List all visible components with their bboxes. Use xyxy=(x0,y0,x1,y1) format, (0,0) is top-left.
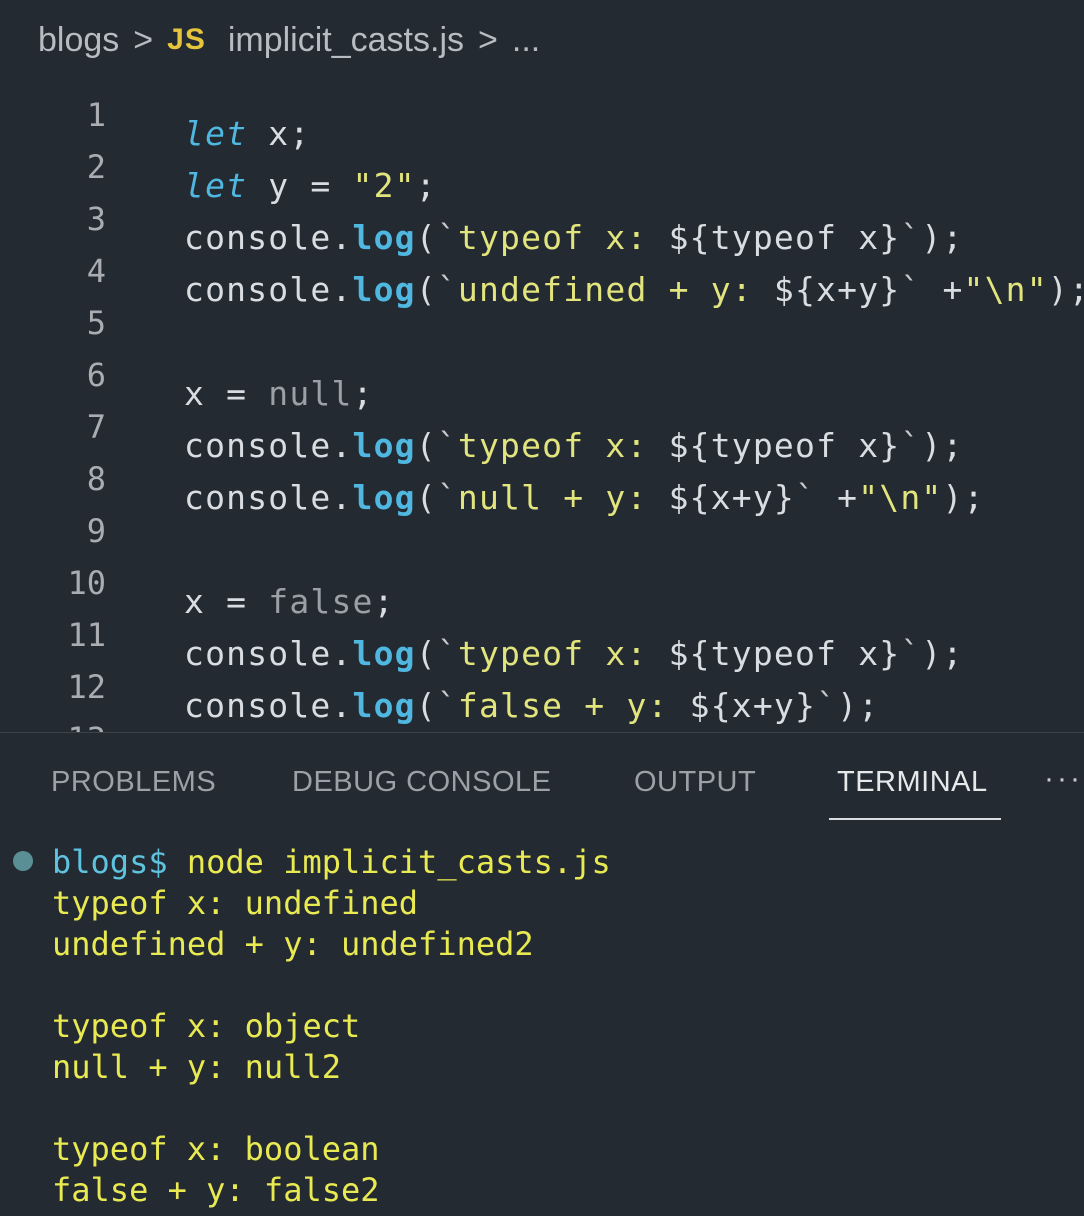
code-line[interactable]: 3 console.log(`typeof x: ${typeof x}`); xyxy=(0,174,1084,257)
panel-divider[interactable] xyxy=(0,732,1084,733)
code-line[interactable]: 2 let y = "2"; xyxy=(0,122,1084,205)
code-line[interactable]: 4 console.log(`undefined + y: ${x+y}` +"… xyxy=(0,226,1084,309)
tab-output[interactable]: OUTPUT xyxy=(634,766,756,799)
code-line[interactable]: 5 xyxy=(0,278,1084,342)
code-line[interactable]: 8 console.log(`null + y: ${x+y}` +"\n"); xyxy=(0,434,1084,517)
code-editor[interactable]: 1 let x; 2 let y = "2"; 3 console.log(`t… xyxy=(0,70,1084,733)
panel-tabs: PROBLEMS DEBUG CONSOLE OUTPUT TERMINAL ·… xyxy=(0,748,1084,824)
terminal-output-line: typeof x: undefined xyxy=(52,884,419,922)
javascript-file-icon: JS xyxy=(167,23,206,56)
tab-problems[interactable]: PROBLEMS xyxy=(51,766,216,799)
active-tab-indicator xyxy=(829,818,1001,820)
breadcrumb-symbols[interactable]: ... xyxy=(512,21,540,60)
terminal-output-line: false + y: false2 xyxy=(52,1171,380,1209)
line-number: 13 xyxy=(0,713,106,733)
breadcrumb-file[interactable]: implicit_casts.js xyxy=(228,21,464,60)
terminal-output-line: typeof x: object xyxy=(52,1007,361,1045)
terminal-command-line: blogs$ node implicit_casts.js xyxy=(52,842,611,883)
tab-terminal[interactable]: TERMINAL xyxy=(837,766,988,799)
terminal[interactable]: blogs$ node implicit_casts.js typeof x: … xyxy=(0,838,1084,1216)
breadcrumb-folder[interactable]: blogs xyxy=(38,21,119,60)
terminal-prompt: blogs$ xyxy=(52,843,168,881)
terminal-output-line: typeof x: boolean xyxy=(52,1130,380,1168)
more-actions-icon[interactable]: ··· xyxy=(1044,762,1083,796)
terminal-output-line: undefined + y: undefined2 xyxy=(52,925,534,963)
code-line[interactable]: 12 console.log(`false + y: ${x+y}`); xyxy=(0,642,1084,725)
terminal-command: node implicit_casts.js xyxy=(186,843,611,881)
command-status-icon[interactable] xyxy=(13,851,33,871)
code-line[interactable]: 6 x = null; xyxy=(0,330,1084,413)
code-line[interactable]: 1 let x; xyxy=(0,70,1084,153)
code-line[interactable]: 13 xyxy=(0,694,1084,733)
terminal-output-line: null + y: null2 xyxy=(52,1048,341,1086)
tab-debug-console[interactable]: DEBUG CONSOLE xyxy=(292,766,552,799)
code-line[interactable]: 11 console.log(`typeof x: ${typeof x}`); xyxy=(0,590,1084,673)
breadcrumb: blogs > JS implicit_casts.js > ... xyxy=(38,16,540,64)
code-line[interactable]: 9 xyxy=(0,486,1084,550)
code-line[interactable]: 10 x = false; xyxy=(0,538,1084,621)
code-line[interactable]: 7 console.log(`typeof x: ${typeof x}`); xyxy=(0,382,1084,465)
chevron-right-icon: > xyxy=(478,20,498,59)
chevron-right-icon: > xyxy=(133,20,154,59)
